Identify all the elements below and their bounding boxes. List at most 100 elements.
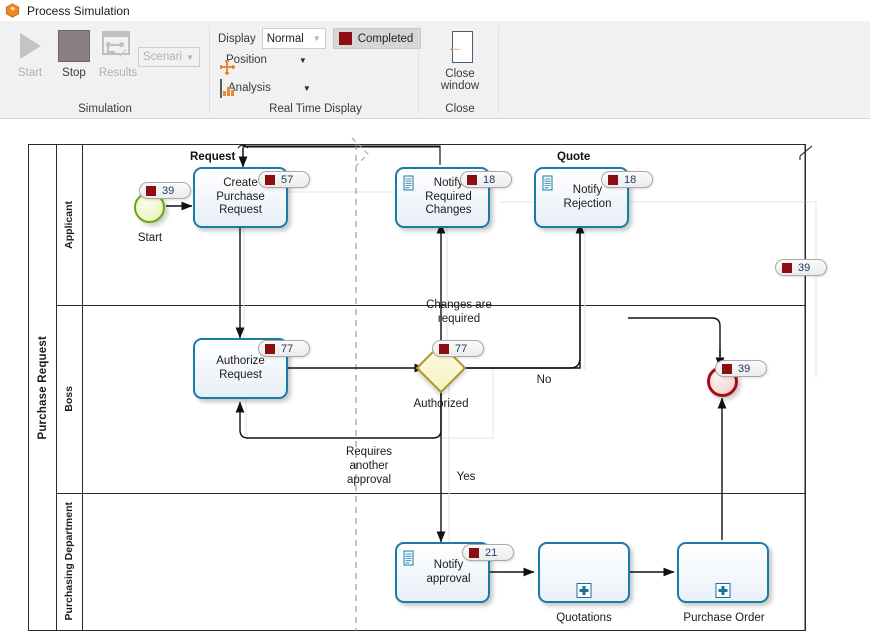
- display-mode-value: Normal: [266, 32, 304, 45]
- close-window-button[interactable]: ← Close window: [432, 26, 488, 94]
- flow-label-line-2: required: [437, 313, 481, 325]
- analysis-menu-label: Analysis: [228, 82, 271, 94]
- lane-label-boss: Boss: [63, 386, 75, 412]
- badge-notify-rejection: 18: [601, 171, 653, 188]
- plus-icon: [715, 583, 731, 598]
- task-label-line-3: Changes: [425, 204, 472, 217]
- group-title-real-time-display: Real Time Display: [269, 103, 362, 115]
- task-label-line-1: Authorize: [216, 355, 265, 367]
- flow-label-line-3: approval: [346, 474, 392, 486]
- badge-count: 18: [483, 173, 496, 186]
- chevron-down-icon: ▼: [186, 52, 194, 62]
- flow-label-yes: Yes: [456, 471, 476, 483]
- subprocess-purchase-order-caption: Purchase Order: [683, 612, 765, 624]
- task-label-line-2: Required: [425, 190, 472, 203]
- close-window-label-2: window: [440, 80, 480, 92]
- badge-swatch: [469, 547, 479, 558]
- group-title-close: Close: [445, 103, 475, 115]
- message-label-quote: Quote: [557, 151, 591, 163]
- pool-label: Purchase Request: [36, 335, 49, 440]
- flow-label-no: No: [536, 374, 552, 386]
- plus-icon: [576, 583, 592, 598]
- badge-gateway-authorized: 77: [432, 340, 484, 357]
- badge-start-event: 39: [139, 182, 191, 199]
- badge-count: 77: [281, 342, 294, 355]
- display-label: Display: [218, 32, 256, 45]
- app-hexagon-icon: [5, 3, 20, 18]
- ribbon-group-real-time-display: Display Normal ▼ Completed Position ▼ An…: [212, 21, 422, 119]
- task-label-line-2: approval: [426, 572, 471, 585]
- lane-label-applicant: Applicant: [63, 201, 75, 249]
- subprocess-quotations-caption: Quotations: [556, 612, 612, 624]
- ribbon-toolbar: Start Stop ✓ Results Scenari ▼ Simulatio…: [0, 21, 870, 119]
- message-label-request: Request: [190, 151, 236, 163]
- analysis-menu[interactable]: Analysis ▼: [220, 79, 311, 98]
- close-window-label-1: Close: [445, 68, 475, 80]
- scenario-select[interactable]: Scenari ▼: [138, 47, 200, 67]
- results-button-label: Results: [98, 67, 138, 79]
- badge-swatch: [722, 363, 732, 374]
- lane-divider-2: [56, 493, 806, 494]
- chevron-down-icon: ▼: [298, 55, 307, 65]
- flow-label-changes-required: Changes are required: [404, 298, 514, 326]
- ribbon-group-simulation: Start Stop ✓ Results Scenari ▼ Simulatio…: [0, 21, 210, 119]
- chevron-down-icon: ▼: [312, 34, 321, 43]
- task-label-line-3: Request: [219, 204, 262, 217]
- play-icon: [19, 25, 41, 67]
- pool-title: Purchase Request: [29, 145, 57, 630]
- badge-notify-required-changes: 18: [460, 171, 512, 188]
- lane-title-purchasing: Purchasing Department: [56, 493, 83, 630]
- badge-create-purchase-request: 57: [258, 171, 310, 188]
- badge-top-right: 39: [775, 259, 827, 276]
- display-mode-select[interactable]: Normal ▼: [261, 28, 326, 49]
- chevron-down-icon: ▼: [302, 83, 311, 93]
- position-menu[interactable]: Position ▼: [220, 54, 307, 75]
- lane-label-purchasing: Purchasing Department: [63, 502, 75, 621]
- subprocess-purchase-order[interactable]: [677, 542, 769, 603]
- badge-count: 77: [455, 342, 468, 355]
- badge-count: 39: [738, 362, 751, 375]
- badge-count: 57: [281, 173, 294, 186]
- start-event-caption: Start: [137, 232, 163, 244]
- flow-label-line-1: Changes are: [426, 299, 492, 311]
- task-label-line-1: Notify: [572, 184, 603, 196]
- stop-button-label: Stop: [62, 67, 86, 79]
- process-simulation-window: Process Simulation Start Stop ✓ Results …: [0, 0, 870, 631]
- lane-title-applicant: Applicant: [56, 145, 83, 305]
- task-label-line-1: Create: [223, 177, 258, 190]
- badge-swatch: [265, 343, 275, 354]
- task-label-line-2: Request: [219, 368, 262, 381]
- badge-count: 18: [624, 173, 637, 186]
- badge-swatch: [265, 174, 275, 185]
- task-label-line-2: Purchase: [216, 190, 265, 203]
- flow-label-line-2: another: [349, 460, 389, 472]
- group-title-simulation: Simulation: [78, 103, 132, 115]
- badge-count: 21: [485, 546, 498, 559]
- badge-swatch: [146, 185, 156, 196]
- badge-notify-approval: 21: [462, 544, 514, 561]
- lane-title-boss: Boss: [56, 305, 83, 493]
- task-label-line-1: Notify: [433, 177, 464, 190]
- ribbon-group-close: ← Close window Close: [421, 21, 499, 119]
- document-icon: [403, 550, 414, 566]
- results-icon: ✓: [102, 25, 134, 67]
- completed-label: Completed: [357, 32, 414, 45]
- stop-icon: [58, 25, 90, 67]
- bpmn-diagram-canvas[interactable]: Purchase Request Applicant Boss Purchasi…: [0, 120, 870, 631]
- close-window-arrow-icon: ←: [447, 26, 473, 68]
- subprocess-quotations[interactable]: [538, 542, 630, 603]
- badge-count: 39: [162, 184, 175, 197]
- gateway-caption: Authorized: [413, 398, 469, 410]
- start-button-label: Start: [17, 67, 43, 79]
- scenario-select-value: Scenari: [143, 51, 182, 63]
- badge-swatch: [439, 343, 449, 354]
- badge-end-event: 39: [715, 360, 767, 377]
- badge-swatch: [467, 174, 477, 185]
- title-bar: Process Simulation: [0, 0, 870, 21]
- badge-swatch: [782, 262, 792, 273]
- badge-swatch: [608, 174, 618, 185]
- bar-chart-icon: [220, 79, 234, 98]
- document-icon: [403, 175, 414, 191]
- completed-toggle-button[interactable]: Completed: [332, 28, 422, 49]
- flow-label-line-1: Requires: [345, 446, 393, 458]
